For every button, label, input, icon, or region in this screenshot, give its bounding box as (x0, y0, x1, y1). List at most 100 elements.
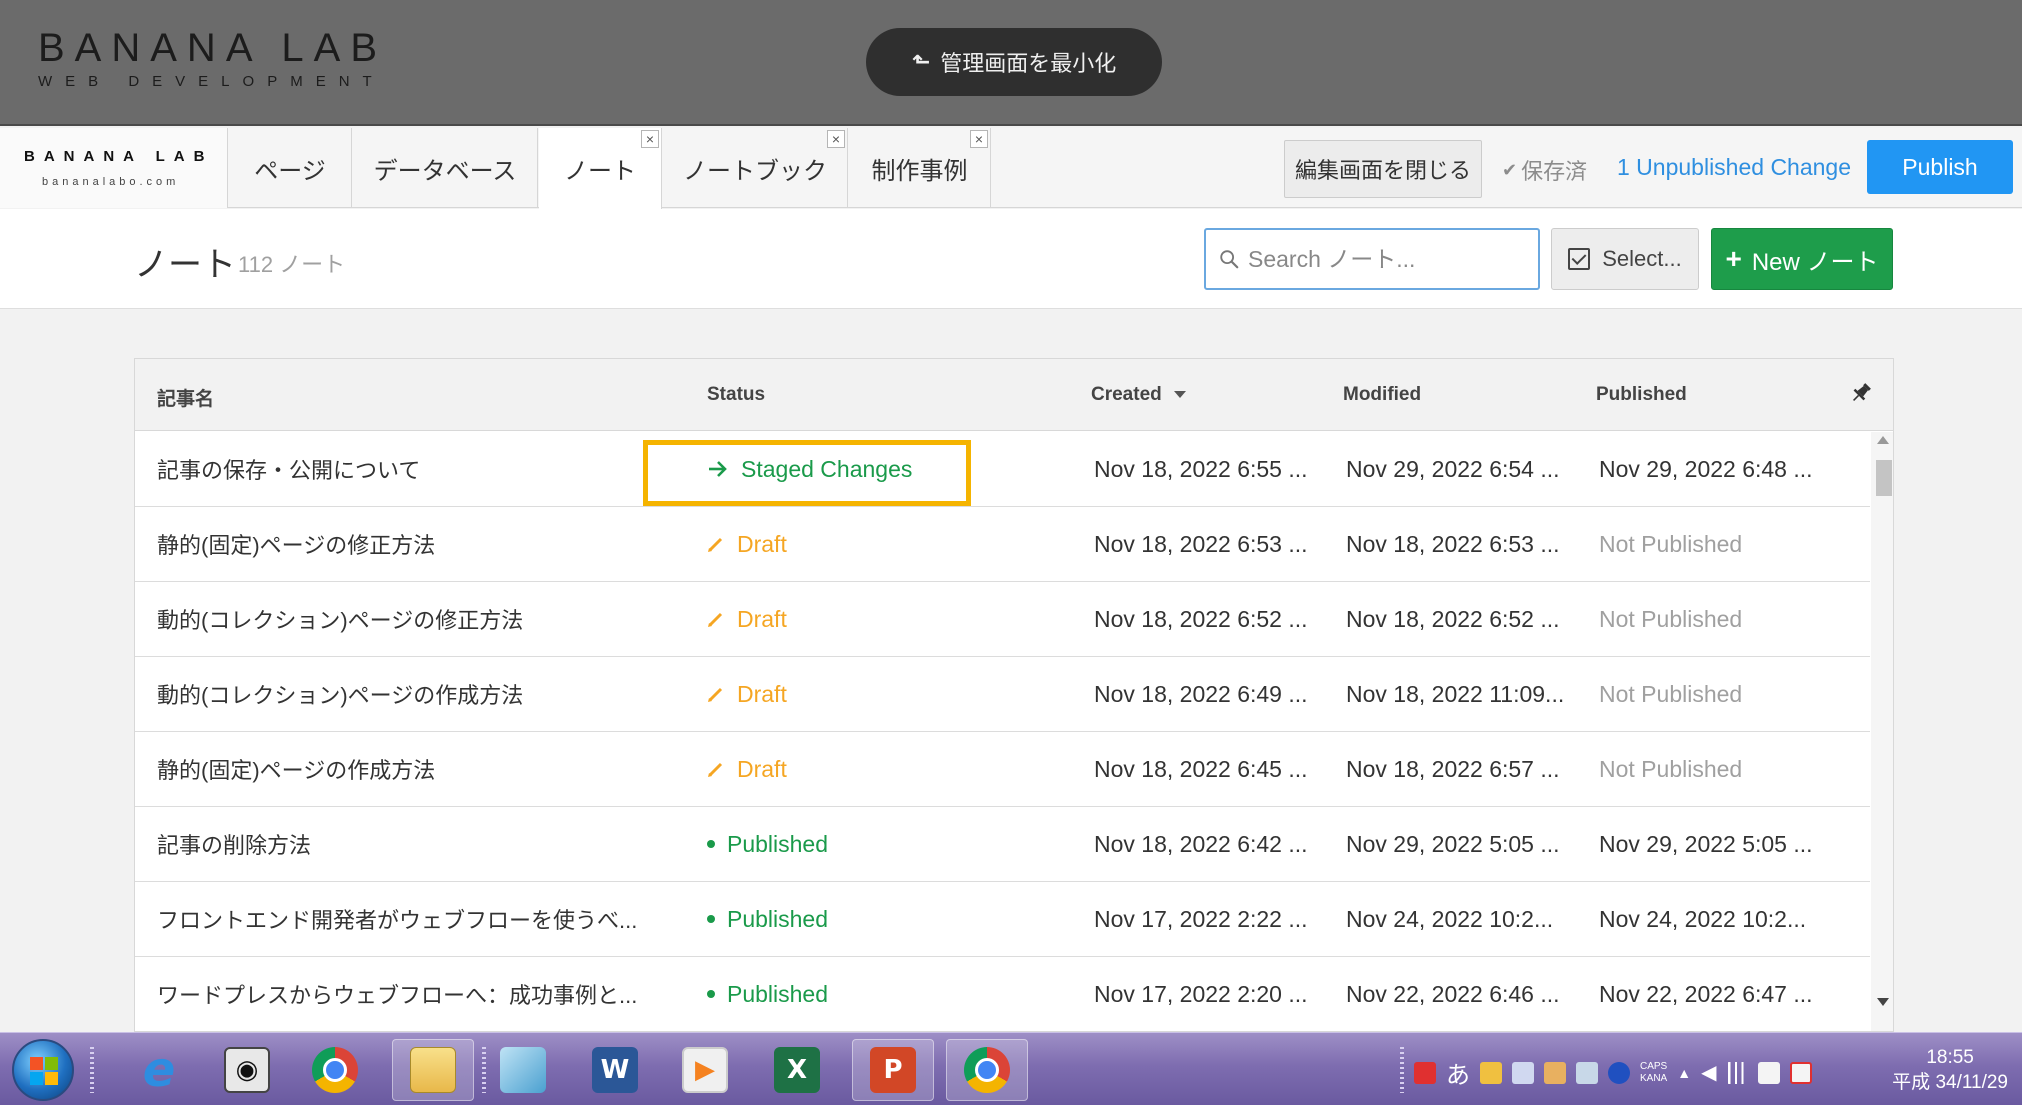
modified-date: Nov 18, 2022 6:52 ... (1346, 605, 1560, 632)
pencil-icon (708, 537, 723, 552)
action-center-icon[interactable] (1790, 1061, 1813, 1084)
tray-settings-icon[interactable] (1576, 1061, 1598, 1084)
unpublished-changes-link[interactable]: 1 Unpublished Change (1617, 154, 1851, 181)
note-name[interactable]: 記事の保存・公開について (157, 432, 657, 506)
taskbar-reader[interactable] (482, 1039, 564, 1101)
publish-button[interactable]: Publish (1867, 140, 2013, 194)
pencil-icon (708, 762, 723, 777)
column-header-published[interactable]: Published (1596, 384, 1687, 406)
taskbar-viewer[interactable]: ◉ (206, 1039, 288, 1101)
scroll-down-icon[interactable] (1877, 998, 1889, 1006)
pin-icon[interactable] (1849, 381, 1873, 405)
table-header: 記事名 Status Created Modified Published (135, 359, 1893, 431)
system-tray: あ CAPS KANA ▲ ◀ 18:55 平成 34/11/29 (1400, 1033, 2022, 1105)
taskbar-ie[interactable]: e (118, 1039, 200, 1101)
tab-notebook[interactable]: ノートブック × (663, 128, 848, 208)
taskbar-word[interactable]: W (574, 1039, 656, 1101)
table-row[interactable]: 動的(コレクション)ページの作成方法 Draft Nov 18, 2022 6:… (135, 657, 1870, 732)
tab-label: 制作事例 (871, 157, 968, 185)
column-header-name[interactable]: 記事名 (157, 384, 214, 411)
editor-brand-sub: bananalabo.com (42, 176, 180, 188)
tab-close-icon[interactable]: × (641, 130, 659, 148)
pencil-icon (708, 612, 723, 627)
taskbar-excel[interactable]: X (756, 1039, 838, 1101)
column-header-created[interactable]: Created (1091, 384, 1186, 406)
note-name[interactable]: ワードプレスからウェブフローへ：成功事例と... (157, 957, 657, 1031)
table-scrollbar[interactable] (1871, 432, 1893, 1031)
status-dot-icon (707, 840, 715, 848)
usb-device-icon[interactable] (1758, 1061, 1781, 1084)
editor-nav-bar: BANANA LAB bananalabo.com ページ データベース ノート… (0, 128, 2022, 209)
table-row[interactable]: 記事の保存・公開について Staged Changes Nov 18, 2022… (135, 432, 1870, 507)
scroll-thumb[interactable] (1876, 460, 1892, 496)
status-badge: Published (707, 882, 1047, 956)
table-row[interactable]: 動的(コレクション)ページの修正方法 Draft Nov 18, 2022 6:… (135, 582, 1870, 657)
column-header-status[interactable]: Status (707, 384, 765, 406)
system-clock[interactable]: 18:55 平成 34/11/29 (1892, 1045, 2008, 1095)
start-button[interactable] (12, 1039, 74, 1101)
status-label: Draft (737, 680, 787, 707)
table-row[interactable]: ワードプレスからウェブフローへ：成功事例と... Published Nov 1… (135, 957, 1870, 1031)
search-input[interactable] (1248, 245, 1528, 273)
tray-dictionary-icon[interactable] (1512, 1061, 1534, 1084)
note-name[interactable]: 動的(コレクション)ページの作成方法 (157, 657, 657, 731)
tab-close-icon[interactable]: × (970, 130, 988, 148)
item-count: 112 ノート (238, 252, 346, 277)
note-name[interactable]: 動的(コレクション)ページの修正方法 (157, 582, 657, 656)
note-name[interactable]: 記事の削除方法 (157, 807, 657, 881)
taskbar-powerpoint[interactable]: P (852, 1039, 934, 1101)
caps-kana-indicator: CAPS KANA (1640, 1061, 1667, 1085)
column-header-created-label: Created (1091, 384, 1162, 405)
status-badge: Draft (707, 507, 1047, 581)
tab-works[interactable]: 制作事例 × (849, 128, 991, 208)
tab-close-icon[interactable]: × (827, 130, 845, 148)
table-body: 記事の保存・公開について Staged Changes Nov 18, 2022… (135, 432, 1870, 1031)
tab-database[interactable]: データベース (353, 128, 538, 208)
note-name[interactable]: 静的(固定)ページの修正方法 (157, 507, 657, 581)
published-date: Nov 29, 2022 5:05 ... (1599, 830, 1813, 857)
search-field[interactable] (1204, 228, 1540, 290)
created-date: Nov 18, 2022 6:42 ... (1094, 830, 1308, 857)
os-taskbar: e ◉ W ▶ X P あ CAPS KANA ▲ ◀ 18:55 平成 34/1… (0, 1032, 2022, 1105)
show-hidden-icons-icon[interactable]: ▲ (1677, 1065, 1691, 1081)
column-header-modified[interactable]: Modified (1343, 384, 1421, 406)
note-name[interactable]: 静的(固定)ページの作成方法 (157, 732, 657, 806)
speaker-icon[interactable]: ◀ (1701, 1060, 1716, 1085)
new-note-button[interactable]: + New ノート (1711, 228, 1893, 290)
table-row[interactable]: 静的(固定)ページの作成方法 Draft Nov 18, 2022 6:45 .… (135, 732, 1870, 807)
tray-app-icon[interactable] (1414, 1061, 1436, 1084)
network-signal-icon[interactable] (1726, 1061, 1749, 1084)
created-date: Nov 18, 2022 6:55 ... (1094, 455, 1308, 482)
published-date: Nov 29, 2022 6:48 ... (1599, 455, 1813, 482)
site-logo[interactable]: BANANA LAB WEB DEVELOPMENT (38, 26, 387, 90)
created-date: Nov 18, 2022 6:53 ... (1094, 530, 1308, 557)
tray-ime-icon[interactable] (1480, 1061, 1502, 1084)
close-editor-button[interactable]: 編集画面を閉じる (1284, 140, 1482, 198)
saved-label: 保存済 (1521, 159, 1588, 184)
modified-date: Nov 18, 2022 11:09... (1346, 680, 1565, 707)
created-date: Nov 17, 2022 2:20 ... (1094, 980, 1308, 1007)
taskbar-chrome[interactable] (294, 1039, 376, 1101)
taskbar-explorer[interactable] (392, 1039, 474, 1101)
checkmark-icon: ✔ (1502, 159, 1518, 180)
tab-notes[interactable]: ノート × (539, 128, 662, 209)
select-button[interactable]: Select... (1551, 228, 1699, 290)
excel-icon: X (774, 1047, 820, 1093)
notes-table: 記事名 Status Created Modified Published 記事… (134, 358, 1894, 1032)
table-row[interactable]: フロントエンド開発者がウェブフローを使うべ... Published Nov 1… (135, 882, 1870, 957)
new-note-label: New ノート (1751, 248, 1879, 276)
taskbar-media[interactable]: ▶ (664, 1039, 746, 1101)
taskbar-chrome-active[interactable] (946, 1039, 1028, 1101)
table-row[interactable]: 記事の削除方法 Published Nov 18, 2022 6:42 ... … (135, 807, 1870, 882)
table-row[interactable]: 静的(固定)ページの修正方法 Draft Nov 18, 2022 6:53 .… (135, 507, 1870, 582)
tray-tool-icon[interactable] (1544, 1061, 1566, 1084)
minimize-admin-button[interactable]: ⬑ 管理画面を最小化 (866, 28, 1162, 96)
tab-pages[interactable]: ページ (229, 128, 352, 208)
ime-mode-indicator[interactable]: あ (1446, 1055, 1470, 1090)
scroll-up-icon[interactable] (1877, 436, 1889, 444)
help-icon[interactable] (1608, 1061, 1630, 1084)
editor-brand[interactable]: BANANA LAB bananalabo.com (0, 128, 228, 208)
chrome-icon (964, 1047, 1010, 1093)
tab-label: ページ (254, 157, 326, 185)
note-name[interactable]: フロントエンド開発者がウェブフローを使うべ... (157, 882, 657, 956)
